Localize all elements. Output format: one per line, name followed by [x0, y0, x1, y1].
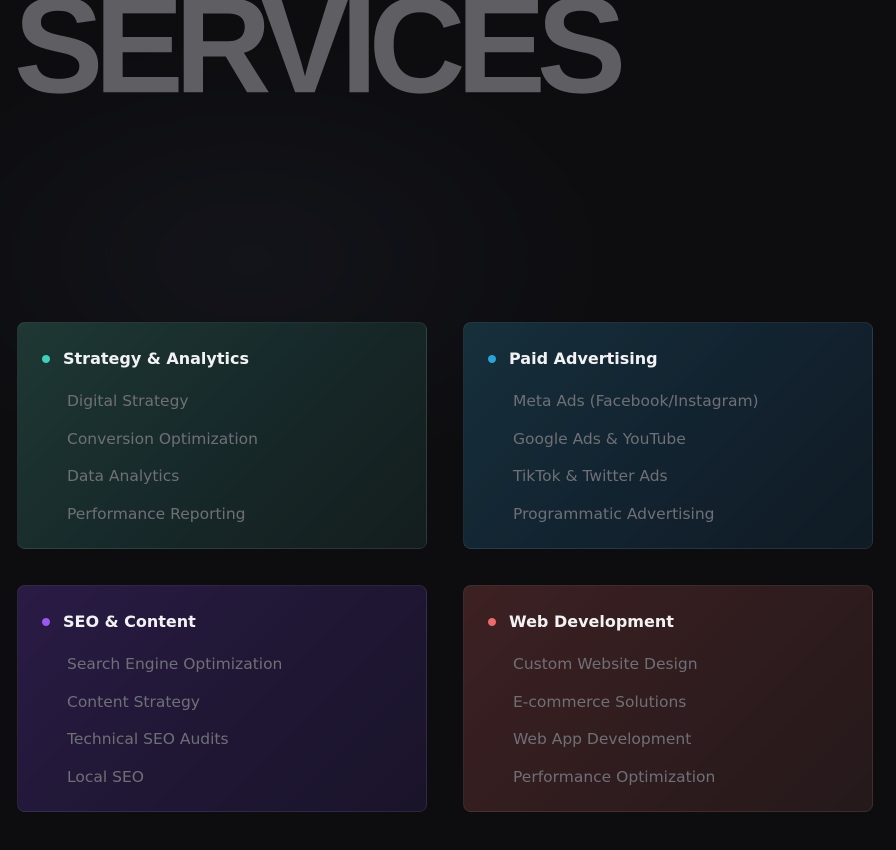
- card-header: Web Development: [488, 612, 674, 631]
- status-dot-icon: [488, 617, 496, 626]
- service-item: Performance Reporting: [67, 504, 246, 523]
- card-header: Paid Advertising: [488, 349, 658, 368]
- service-list: Digital Strategy Conversion Optimization…: [67, 390, 258, 540]
- service-card-web-development[interactable]: Web Development Custom Website Design E-…: [463, 585, 873, 812]
- service-card-paid-advertising[interactable]: Paid Advertising Meta Ads (Facebook/Inst…: [463, 322, 873, 549]
- card-header: Strategy & Analytics: [42, 349, 249, 368]
- service-item: E-commerce Solutions: [513, 692, 687, 711]
- service-list: Custom Website Design E-commerce Solutio…: [513, 653, 715, 803]
- service-item: Google Ads & YouTube: [513, 429, 686, 448]
- service-item: Performance Optimization: [513, 767, 716, 786]
- status-dot-icon: [42, 617, 50, 626]
- service-item: Web App Development: [513, 730, 692, 748]
- service-list: Search Engine Optimization Content Strat…: [67, 653, 282, 803]
- service-item: Data Analytics: [67, 467, 180, 485]
- page-title: SERVICES: [14, 0, 626, 122]
- service-item: Conversion Optimization: [67, 429, 258, 448]
- card-title: Web Development: [509, 612, 674, 631]
- service-item: TikTok & Twitter Ads: [513, 467, 668, 485]
- card-header: SEO & Content: [42, 612, 196, 631]
- service-item: Programmatic Advertising: [513, 504, 715, 523]
- service-item: Technical SEO Audits: [67, 730, 229, 748]
- card-title: SEO & Content: [63, 612, 196, 631]
- service-item: Local SEO: [67, 767, 144, 786]
- service-item: Search Engine Optimization: [67, 655, 283, 673]
- service-card-strategy-analytics[interactable]: Strategy & Analytics Digital Strategy Co…: [17, 322, 427, 549]
- card-title: Paid Advertising: [509, 349, 658, 368]
- service-item: Meta Ads (Facebook/Instagram): [513, 392, 759, 410]
- card-title: Strategy & Analytics: [63, 349, 249, 368]
- service-card-seo-content[interactable]: SEO & Content Search Engine Optimization…: [17, 585, 427, 812]
- status-dot-icon: [488, 354, 496, 363]
- service-item: Digital Strategy: [67, 392, 189, 410]
- service-item: Custom Website Design: [513, 655, 698, 673]
- service-list: Meta Ads (Facebook/Instagram) Google Ads…: [513, 390, 759, 540]
- status-dot-icon: [42, 354, 50, 363]
- service-item: Content Strategy: [67, 692, 200, 711]
